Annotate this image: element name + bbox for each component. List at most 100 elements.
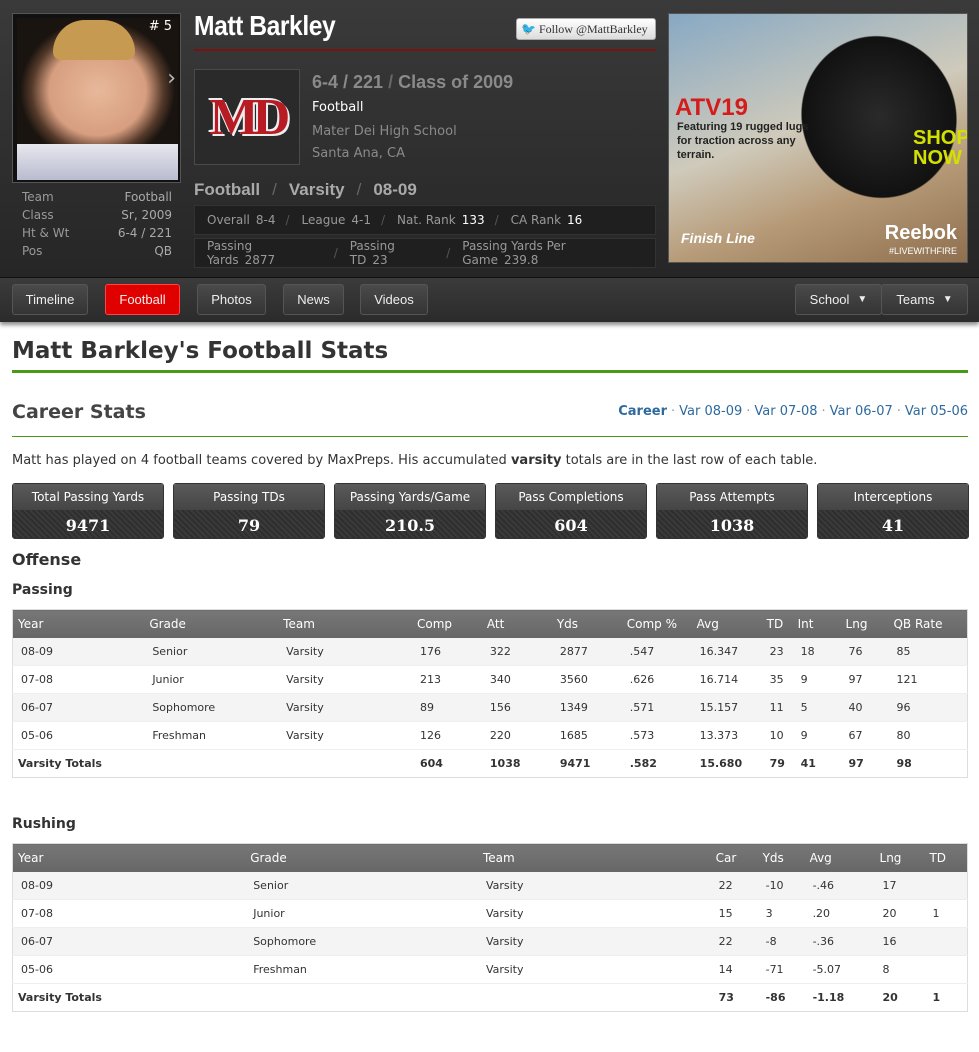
column-header[interactable]: Car — [710, 843, 758, 872]
side-value: 6-4 / 221 — [117, 226, 172, 240]
table-cell: 17 — [874, 871, 925, 900]
school-dropdown[interactable]: School ▼ — [795, 284, 882, 315]
crumb-sport[interactable]: Football — [194, 180, 260, 200]
totals-cell: 604 — [411, 749, 482, 778]
column-header[interactable]: Avg — [691, 609, 762, 638]
column-header[interactable]: TD — [924, 843, 968, 872]
column-header[interactable]: Team — [278, 609, 412, 638]
table-cell: -.36 — [804, 927, 875, 956]
page-title: Matt Barkley's Football Stats — [12, 338, 389, 364]
table-cell: 11 — [761, 693, 793, 722]
column-header[interactable]: Team — [477, 843, 711, 872]
column-header[interactable]: Lng — [840, 609, 889, 638]
follow-label: Follow @MattBarkley — [538, 21, 648, 36]
season-link[interactable]: Var 07-08 — [754, 404, 817, 419]
side-label: Ht & Wt — [22, 226, 70, 240]
ad-shop-now[interactable]: SHOP NOW — [913, 128, 967, 168]
twitter-follow-button[interactable]: 🐦 Follow @MattBarkley — [516, 18, 656, 40]
stat-tile-value: 1038 — [657, 510, 807, 538]
ad-finish-line-logo: Finish Line — [681, 230, 755, 246]
stat-tile-value: 79 — [174, 510, 324, 538]
chevron-down-icon: ▼ — [857, 294, 868, 305]
table-row: 08-09 Senior Varsity 22 -10 -.46 17 — [12, 871, 968, 900]
table-cell: 05-06 — [12, 955, 246, 984]
stat-tile-value: 41 — [818, 510, 968, 538]
table-cell: 76 — [840, 637, 889, 666]
column-header[interactable]: Int — [792, 609, 841, 638]
table-cell: 07-08 — [12, 899, 246, 928]
rushing-heading: Rushing — [12, 816, 76, 832]
column-header[interactable]: Grade — [144, 609, 279, 638]
table-cell: 22 — [710, 927, 758, 956]
table-cell: 89 — [411, 693, 482, 722]
column-header[interactable]: Year — [12, 609, 145, 638]
school-name[interactable]: Mater Dei High School — [312, 124, 457, 139]
totals-cell: 1038 — [481, 749, 552, 778]
table-cell: .571 — [621, 693, 692, 722]
column-header[interactable]: Lng — [874, 843, 925, 872]
school-logo[interactable]: MD — [194, 69, 300, 165]
table-cell: -5.07 — [804, 955, 875, 984]
table-cell: 340 — [481, 665, 552, 694]
column-header[interactable]: Avg — [804, 843, 875, 872]
table-cell: -10 — [757, 871, 805, 900]
column-header[interactable]: Yds — [757, 843, 805, 872]
table-cell: Varsity — [278, 637, 412, 666]
column-header[interactable]: Comp — [411, 609, 482, 638]
teams-dropdown-label: Teams — [896, 292, 935, 307]
table-cell: Varsity — [278, 693, 412, 722]
totals-cell: 79 — [761, 749, 793, 778]
table-cell: Varsity — [477, 871, 711, 900]
teams-dropdown[interactable]: Teams ▼ — [881, 284, 968, 315]
column-header[interactable]: Att — [481, 609, 552, 638]
player-photo[interactable]: # 5 › — [12, 13, 181, 183]
intro-text-end: totals are in the last row of each table… — [561, 453, 818, 468]
tab-news[interactable]: News — [283, 284, 344, 315]
table-cell: Sophomore — [245, 927, 478, 956]
column-header[interactable]: Yds — [551, 609, 622, 638]
tab-videos[interactable]: Videos — [360, 284, 428, 315]
height-weight: 6-4 / 221 — [312, 72, 384, 92]
column-header[interactable]: Comp % — [621, 609, 692, 638]
season-link[interactable]: Var 05-06 — [905, 404, 968, 419]
stat-value: 4-1 — [351, 213, 371, 227]
column-header[interactable]: TD — [761, 609, 793, 638]
side-label: Pos — [22, 244, 43, 258]
crumb-level[interactable]: Varsity — [289, 180, 345, 200]
side-row: Pos QB — [22, 244, 172, 258]
stat-tile-value: 604 — [496, 510, 646, 538]
column-header[interactable]: Grade — [245, 843, 478, 872]
table-cell: 08-09 — [12, 871, 246, 900]
tab-football[interactable]: Football — [105, 284, 180, 315]
link-separator: · — [746, 404, 751, 419]
totals-cell: 41 — [792, 749, 841, 778]
table-cell: -71 — [757, 955, 805, 984]
team-record-bar: Overall 8-4 / League 4-1 / Nat. Rank 133 / CA Ran… — [194, 205, 656, 235]
chevron-right-icon[interactable]: › — [167, 66, 176, 91]
table-row: 06-07 Sophomore Varsity 22 -8 -.36 16 — [12, 927, 968, 956]
column-header[interactable]: QB Rate — [888, 609, 968, 638]
stat-item: Passing Yards 2877 — [207, 239, 324, 267]
tab-timeline[interactable]: Timeline — [12, 284, 88, 315]
player-header: # 5 › Team Football Class Sr, 2009 Ht & Wt 6-… — [0, 0, 979, 278]
tab-photos[interactable]: Photos — [197, 284, 266, 315]
twitter-bird-icon: 🐦 — [521, 21, 536, 36]
totals-cell: 1 — [924, 983, 968, 1012]
table-cell: 08-09 — [12, 637, 145, 666]
advertisement[interactable]: ATV19 Featuring 19 rugged lugs for tract… — [668, 13, 968, 263]
profile-nav: Timeline Football Photos News Videos Sch… — [0, 278, 979, 322]
stat-tile: Total Passing Yards 9471 — [12, 483, 164, 539]
column-header[interactable]: Year — [12, 843, 246, 872]
stat-tile-value: 9471 — [13, 510, 163, 538]
season-link[interactable]: Career — [618, 404, 667, 419]
season-link[interactable]: Var 08-09 — [679, 404, 742, 419]
stat-value: 16 — [567, 213, 583, 227]
table-cell: Varsity — [278, 721, 412, 750]
season-link[interactable]: Var 06-07 — [830, 404, 893, 419]
jersey-number: # 5 — [148, 19, 172, 34]
crumb-season[interactable]: 08-09 — [373, 180, 416, 200]
link-separator: · — [671, 404, 676, 419]
table-row: 07-08 Junior Varsity 15 3.20 20 1 — [12, 899, 968, 928]
photo-hair — [53, 20, 135, 60]
table-cell: 67 — [840, 721, 889, 750]
